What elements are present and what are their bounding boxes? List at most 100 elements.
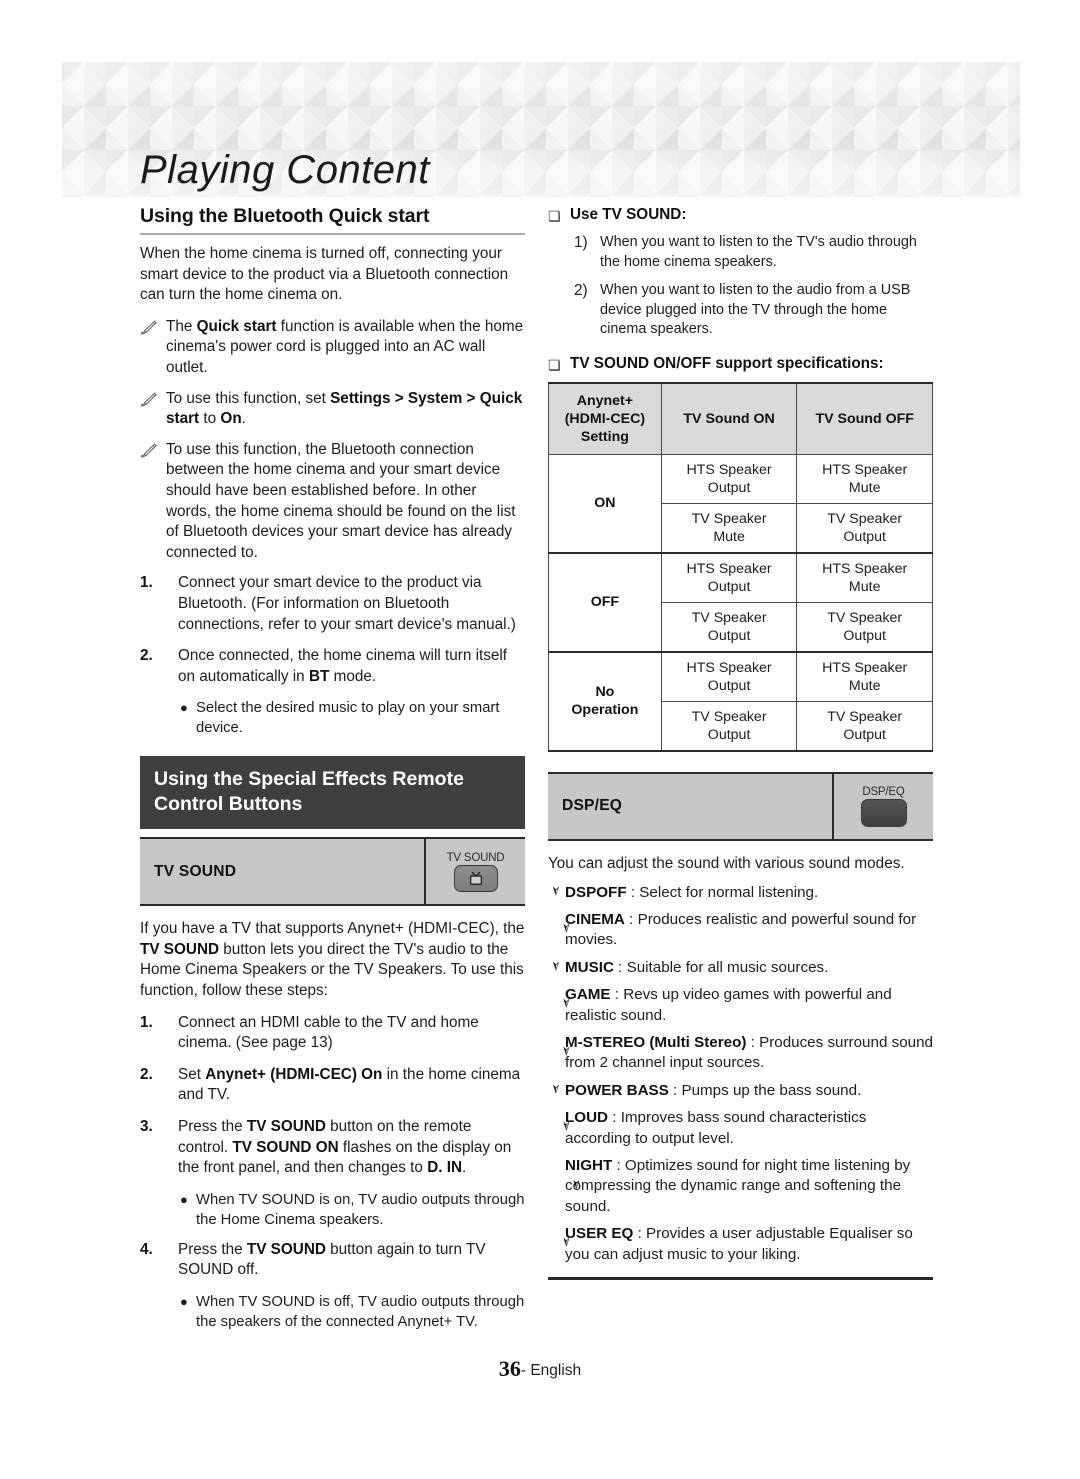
cell-on-tv: TV Speaker Output bbox=[660, 700, 798, 752]
sub-bullet-text: When TV SOUND is on, TV audio outputs th… bbox=[196, 1191, 525, 1228]
bullet-dot-icon: ● bbox=[180, 700, 188, 716]
step-number: 3. bbox=[140, 1118, 153, 1136]
dsp-mode-text: MUSIC : Suitable for all music sources. bbox=[565, 958, 829, 976]
sub-bullet-item: ● When TV SOUND is off, TV audio outputs… bbox=[180, 1292, 525, 1332]
step-text: Connect an HDMI cable to the TV and home… bbox=[178, 1013, 479, 1052]
cell-off-hts: HTS Speaker Mute bbox=[796, 650, 933, 702]
pencil-note-icon bbox=[140, 440, 157, 564]
page-header-banner: Playing Content bbox=[62, 62, 1020, 197]
step-number: 1. bbox=[140, 1013, 153, 1031]
step-number: 2. bbox=[140, 647, 153, 665]
dsp-mode-item: ➢ DSPOFF : Select for normal listening. bbox=[548, 883, 933, 903]
step-text: Set Anynet+ (HDMI-CEC) On in the home ci… bbox=[178, 1065, 521, 1104]
down-arrow-bullet-icon: ➢ bbox=[548, 1082, 565, 1095]
down-arrow-bullet-icon: ➢ bbox=[558, 1120, 575, 1132]
tv-icon bbox=[469, 871, 482, 885]
dsp-mode-text: DSPOFF : Select for normal listening. bbox=[565, 883, 819, 901]
row-setting-on: ON bbox=[548, 453, 662, 554]
sub-bullet-item: ● When TV SOUND is on, TV audio outputs … bbox=[180, 1190, 525, 1230]
table-row: No Operation HTS Speaker Output HTS Spea… bbox=[548, 650, 933, 752]
down-arrow-bullet-icon: ➢ bbox=[548, 959, 565, 972]
cell-off-tv: TV Speaker Output bbox=[796, 502, 933, 554]
row-setting-no-operation: No Operation bbox=[548, 650, 662, 752]
down-arrow-bullet-icon: ➢ bbox=[569, 1178, 586, 1190]
list-item: 1. Connect an HDMI cable to the TV and h… bbox=[140, 1013, 525, 1054]
tv-sound-intro-paragraph: If you have a TV that supports Anynet+ (… bbox=[140, 920, 525, 1000]
row-setting-off: OFF bbox=[548, 551, 662, 653]
down-arrow-bullet-icon: ➢ bbox=[558, 1236, 575, 1248]
page-number: 36 bbox=[498, 1356, 521, 1381]
step-text: Press the TV SOUND button on the remote … bbox=[178, 1118, 512, 1177]
note-item: To use this function, set Settings > Sys… bbox=[140, 389, 525, 430]
pencil-note-icon bbox=[140, 317, 157, 379]
dsp-mode-text: LOUD : Improves bass sound characteristi… bbox=[565, 1109, 867, 1147]
list-item: 2. Set Anynet+ (HDMI-CEC) On in the home… bbox=[140, 1065, 525, 1106]
dsp-mode-item: ➢ LOUD : Improves bass sound characterist… bbox=[548, 1108, 933, 1149]
square-bullet-icon: ❏ bbox=[548, 208, 561, 224]
feature-name-label: TV SOUND bbox=[154, 862, 237, 880]
footer-language: English bbox=[530, 1362, 582, 1379]
item-number: 2) bbox=[574, 282, 588, 300]
list-item: 2) When you want to listen to the audio … bbox=[574, 281, 933, 340]
table-header-tv-sound-off: TV Sound OFF bbox=[796, 382, 933, 455]
dsp-mode-text: USER EQ : Provides a user adjustable Equ… bbox=[565, 1225, 913, 1263]
section-heading-special-effects: Using the Special Effects Remote Control… bbox=[140, 756, 525, 830]
dsp-mode-text: M-STEREO (Multi Stereo) : Produces surro… bbox=[565, 1034, 933, 1072]
note-item: To use this function, the Bluetooth conn… bbox=[140, 440, 525, 564]
tv-sound-remote-button[interactable] bbox=[453, 864, 498, 892]
step-text: Connect your smart device to the product… bbox=[178, 574, 516, 633]
note-item: The Quick start function is available wh… bbox=[140, 317, 525, 379]
subheading-label: TV SOUND ON/OFF support specifications: bbox=[570, 354, 884, 372]
cell-off-hts: HTS Speaker Mute bbox=[796, 551, 933, 603]
table-header-row: Anynet+ (HDMI-CEC) Setting TV Sound ON T… bbox=[548, 382, 933, 455]
dsp-mode-text: GAME : Revs up video games with powerful… bbox=[565, 986, 892, 1024]
step-number: 1. bbox=[140, 574, 153, 592]
dsp-eq-remote-button[interactable] bbox=[860, 798, 907, 827]
table-row: OFF HTS Speaker Output HTS Speaker Mute bbox=[548, 551, 933, 653]
cell-on-hts: HTS Speaker Output bbox=[660, 551, 798, 603]
list-item: 4. Press the TV SOUND button again to tu… bbox=[140, 1240, 525, 1281]
dsp-mode-item: ➢ USER EQ : Provides a user adjustable Eq… bbox=[548, 1224, 933, 1265]
note-text: The Quick start function is available wh… bbox=[166, 317, 524, 376]
dsp-mode-text: POWER BASS : Pumps up the bass sound. bbox=[565, 1081, 862, 1099]
left-column: Using the Bluetooth Quick start When the… bbox=[140, 205, 525, 1342]
bullet-dot-icon: ● bbox=[180, 1191, 188, 1207]
square-bullet-icon: ❏ bbox=[548, 356, 561, 373]
down-arrow-bullet-icon: ➢ bbox=[558, 997, 575, 1009]
remote-key-cell: DSP/EQ bbox=[832, 773, 933, 839]
cell-on-tv: TV Speaker Output bbox=[660, 601, 798, 653]
cell-on-tv: TV Speaker Mute bbox=[660, 502, 798, 554]
bluetooth-intro-paragraph: When the home cinema is turned off, conn… bbox=[140, 245, 509, 304]
step-text: Press the TV SOUND button again to turn … bbox=[178, 1240, 486, 1279]
item-number: 1) bbox=[574, 234, 588, 251]
dsp-mode-item: ➢ POWER BASS : Pumps up the bass sound. bbox=[548, 1081, 933, 1101]
manual-page: Playing Content Using the Bluetooth Quic… bbox=[0, 0, 1080, 1479]
pencil-note-icon bbox=[140, 389, 157, 430]
cell-on-hts: HTS Speaker Output bbox=[660, 650, 798, 702]
list-item: 3. Press the TV SOUND button on the remo… bbox=[140, 1117, 525, 1179]
feature-box-dsp-eq: DSP/EQ DSP/EQ bbox=[548, 771, 933, 841]
table-header-tv-sound-on: TV Sound ON bbox=[660, 382, 798, 455]
dsp-mode-text: CINEMA : Produces realistic and powerful… bbox=[565, 910, 917, 949]
dsp-mode-text: NIGHT : Optimizes sound for night time l… bbox=[565, 1157, 911, 1215]
cell-on-hts: HTS Speaker Output bbox=[660, 453, 798, 504]
list-item: 1) When you want to listen to the TV's a… bbox=[574, 233, 933, 272]
dsp-mode-item: ➢ GAME : Revs up video games with powerfu… bbox=[548, 985, 933, 1026]
bullet-dot-icon: ● bbox=[180, 1294, 188, 1309]
dsp-mode-item: ➢ CINEMA : Produces realistic and powerfu… bbox=[548, 910, 933, 951]
step-text: Once connected, the home cinema will tur… bbox=[178, 647, 508, 685]
section-heading-bluetooth-quick-start: Using the Bluetooth Quick start bbox=[140, 205, 525, 235]
step-number: 4. bbox=[140, 1240, 153, 1258]
footer-separator: - bbox=[520, 1362, 526, 1379]
right-column: ❏ Use TV SOUND: 1) When you want to list… bbox=[548, 205, 933, 1281]
sub-bullet-item: ● Select the desired music to play on yo… bbox=[180, 698, 525, 738]
item-text: When you want to listen to the TV's audi… bbox=[600, 234, 917, 270]
sub-bullet-text: Select the desired music to play on your… bbox=[196, 700, 500, 737]
dsp-mode-item: ➢ M-STEREO (Multi Stereo) : Produces surr… bbox=[548, 1033, 933, 1074]
chapter-title: Playing Content bbox=[140, 148, 430, 192]
table-row: ON HTS Speaker Output HTS Speaker Mute bbox=[548, 453, 933, 554]
subheading-spec-support: ❏ TV SOUND ON/OFF support specifications… bbox=[548, 354, 933, 374]
list-item: 1. Connect your smart device to the prod… bbox=[140, 573, 525, 635]
section-end-rule bbox=[548, 1277, 933, 1281]
dsp-intro-paragraph: You can adjust the sound with various so… bbox=[548, 854, 905, 872]
